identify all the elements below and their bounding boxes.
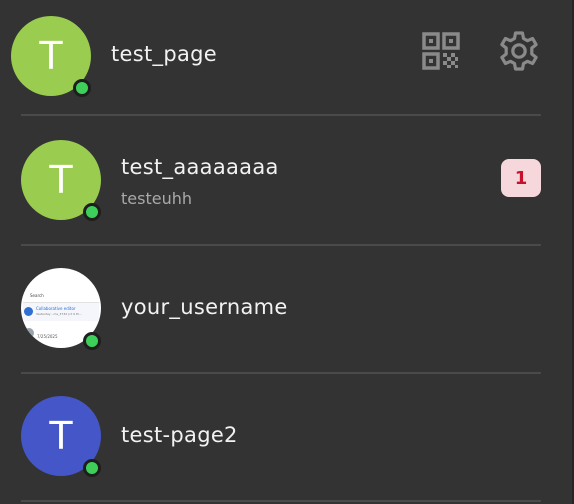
thumb-search-text: Search: [30, 293, 44, 298]
conversation-subtitle: testeuhh: [121, 189, 192, 208]
online-status-dot: [83, 203, 101, 221]
account-header: T test_page: [0, 0, 572, 114]
avatar-letter: T: [49, 414, 73, 458]
divider: [21, 500, 541, 502]
thumb-row-title: Collaborative editor: [36, 306, 76, 311]
account-name: test_page: [111, 42, 217, 66]
online-status-dot: [83, 332, 101, 350]
conversation-name: test-page2: [121, 423, 238, 447]
qr-code-icon: [422, 32, 460, 70]
thumb-bottom-dot: [24, 328, 34, 338]
unread-badge: 1: [501, 159, 541, 197]
avatar-letter: T: [49, 158, 73, 202]
conversation-panel: T test_page T test_aaaaaaaa testeuhh 1 S…: [0, 0, 574, 504]
gear-icon: [500, 31, 538, 71]
conversation-name: test_aaaaaaaa: [121, 155, 279, 179]
avatar-letter: T: [39, 34, 63, 78]
conversation-name: your_username: [121, 295, 288, 319]
conversation-item[interactable]: Search Collaborative editor Yesterday - …: [0, 244, 572, 372]
settings-button[interactable]: [496, 28, 542, 74]
online-status-dot: [73, 79, 91, 97]
thumb-bottom-text: 7/25/2025: [37, 334, 58, 339]
conversation-item[interactable]: T test-page2: [0, 372, 572, 500]
thumb-row-subtitle: Yesterday - ms_3732 (ct 9 th...: [36, 312, 82, 316]
online-status-dot: [83, 459, 101, 477]
thumb-row-icon: [24, 307, 33, 316]
conversation-item[interactable]: T test_aaaaaaaa testeuhh 1: [0, 116, 572, 244]
qr-code-button[interactable]: [419, 29, 463, 73]
